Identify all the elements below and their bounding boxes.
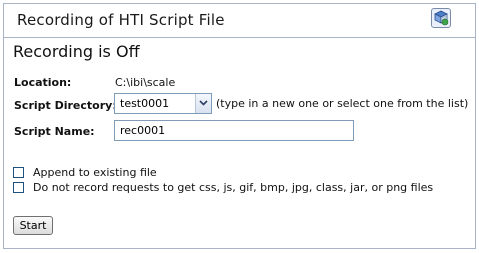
location-value: C:\ibi\scale [115, 76, 176, 89]
script-directory-label: Script Directory: [14, 99, 117, 112]
script-name-input[interactable]: rec0001 [114, 120, 354, 141]
recording-panel: Recording of HTI Script File Recording i… [3, 3, 476, 249]
script-name-label: Script Name: [14, 125, 95, 138]
exclude-static-checkbox[interactable] [13, 182, 24, 193]
script-directory-value: test0001 [120, 97, 170, 110]
script-name-value: rec0001 [120, 124, 166, 137]
chevron-down-icon [199, 100, 208, 106]
panel-title: Recording of HTI Script File [17, 11, 225, 29]
panel-header: Recording of HTI Script File [4, 4, 475, 38]
append-checkbox[interactable] [13, 167, 24, 178]
script-directory-select[interactable]: test0001 [114, 93, 212, 114]
help-book-icon [434, 10, 449, 26]
location-label: Location: [14, 76, 72, 89]
dropdown-button[interactable] [195, 94, 211, 113]
script-directory-hint: (type in a new one or select one from th… [216, 97, 469, 110]
append-label: Append to existing file [33, 166, 157, 179]
help-button[interactable] [431, 8, 451, 28]
recording-status: Recording is Off [13, 42, 140, 61]
exclude-static-label: Do not record requests to get css, js, g… [33, 181, 434, 194]
start-button[interactable]: Start [13, 216, 53, 235]
